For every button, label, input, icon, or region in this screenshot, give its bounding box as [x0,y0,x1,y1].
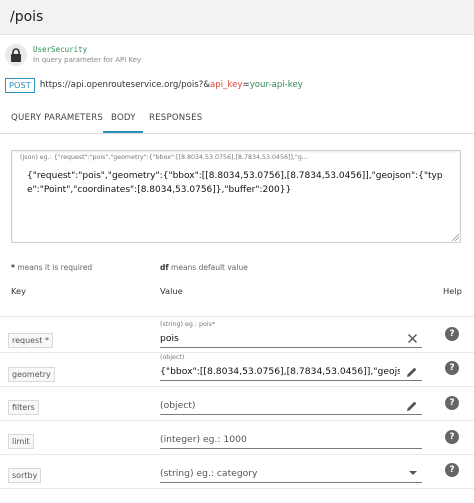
column-header-help: Help [443,286,462,296]
filters-field[interactable]: (object) [160,397,422,415]
endpoint-header: /pois [0,0,474,35]
geometry-field[interactable]: {"bbox":[[8.8034,53.0756],[8.7834,53.045… [160,363,422,381]
default-legend: df means default value [160,263,248,272]
help-icon-sortby[interactable]: ? [445,463,459,477]
url-key-value: your-api-key [249,80,303,90]
param-key-limit: limit [8,434,34,449]
row-divider [0,454,474,455]
url-key-name: api_key [210,80,243,90]
tab-bar: QUERY PARAMETERS BODY RESPONSES [0,105,474,134]
header-divider [0,316,474,317]
edit-icon[interactable] [406,366,418,378]
tab-query-parameters[interactable]: QUERY PARAMETERS [11,113,103,123]
row-divider [0,386,474,387]
param-key-sortby: sortby [8,468,42,483]
request-url: POST https://api.openrouteservice.org/po… [5,77,303,93]
tab-responses[interactable]: RESPONSES [149,113,202,123]
row-divider [0,352,474,353]
sortby-select[interactable]: (string) eg.: category [160,465,422,483]
required-text: means it is required [14,263,93,272]
help-icon-geometry[interactable]: ? [445,361,459,375]
lock-icon [5,44,27,66]
url-equals: = [242,80,250,90]
param-hint-request: (string) eg.: pois* [160,321,216,328]
edit-icon[interactable] [406,400,418,412]
row-divider [0,420,474,421]
column-header-value: Value [160,286,183,296]
active-tab-indicator [103,131,143,133]
param-key-filters: filters [8,400,39,415]
sortby-placeholder[interactable]: (string) eg.: category [160,468,258,479]
param-key-geometry: geometry [8,367,55,382]
http-method-badge: POST [5,77,35,93]
dropdown-arrow-icon[interactable] [408,468,418,478]
endpoint-title: /pois [10,9,44,25]
help-icon-limit[interactable]: ? [445,430,459,444]
limit-placeholder[interactable]: (integer) eg.: 1000 [160,434,247,445]
geometry-value[interactable]: {"bbox":[[8.8034,53.0756],[8.7834,53.045… [160,366,400,377]
request-value[interactable]: pois [160,333,400,344]
tab-body[interactable]: BODY [111,113,136,123]
body-textarea[interactable]: (json) eg.: {"request":"pois","geometry"… [11,150,461,243]
required-legend: * means it is required [11,263,92,272]
resize-handle-icon[interactable] [452,234,459,241]
security-scheme-description: In query parameter for API Key [33,56,142,64]
request-field[interactable]: pois [160,330,422,348]
param-key-request: request * [8,333,53,348]
help-icon-filters[interactable]: ? [445,396,459,410]
row-divider [0,488,474,489]
param-hint-geometry: (object) [160,354,185,361]
body-hint: (json) eg.: {"request":"pois","geometry"… [20,154,308,161]
clear-icon[interactable] [407,333,418,344]
body-json[interactable]: {"request":"pois","geometry":{"bbox":[[8… [27,169,452,197]
column-header-key: Key [11,286,27,296]
default-text: means default value [168,263,248,272]
url-base: https://api.openrouteservice.org/pois?& [39,80,211,90]
security-scheme-name: UserSecurity [33,45,88,54]
filters-placeholder[interactable]: (object) [160,400,195,411]
limit-field[interactable]: (integer) eg.: 1000 [160,431,422,449]
help-icon-request[interactable]: ? [445,327,459,341]
default-symbol: df [160,263,169,272]
